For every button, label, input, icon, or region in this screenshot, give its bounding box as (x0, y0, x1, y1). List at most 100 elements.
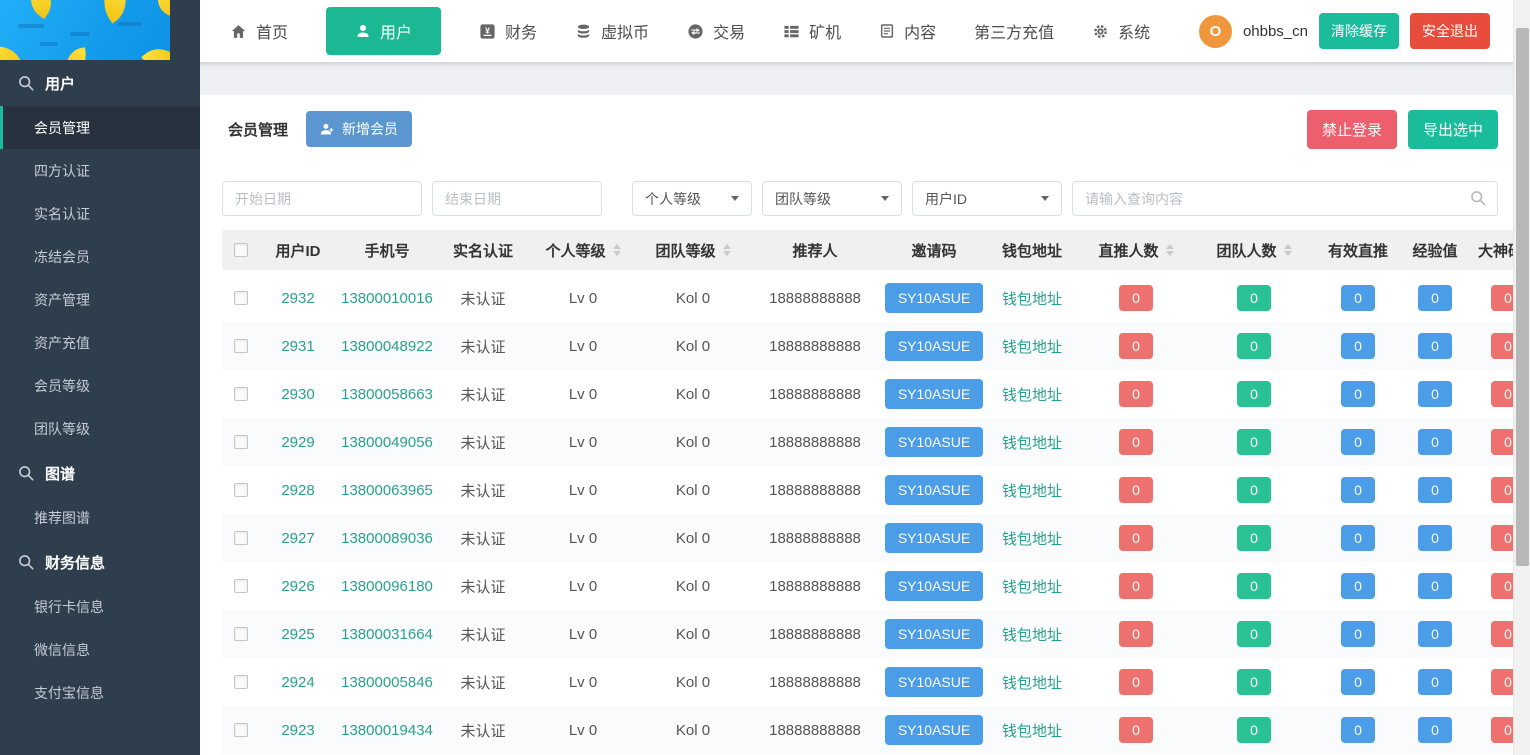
scrollbar[interactable] (1513, 0, 1530, 755)
experience-badge[interactable]: 0 (1418, 525, 1452, 551)
invite-code-button[interactable]: SY10ASUE (885, 571, 983, 601)
scrollbar-thumb[interactable] (1516, 28, 1529, 566)
direct_push-badge[interactable]: 0 (1119, 717, 1153, 743)
sidebar-item[interactable]: 推荐图谱 (0, 496, 200, 539)
valid_direct-badge[interactable]: 0 (1341, 717, 1375, 743)
start-date-input[interactable] (222, 181, 422, 216)
row-checkbox[interactable] (234, 483, 248, 497)
valid_direct-badge[interactable]: 0 (1341, 429, 1375, 455)
valid_direct-badge[interactable]: 0 (1341, 573, 1375, 599)
phone-link[interactable]: 13800058663 (341, 386, 433, 403)
valid_direct-badge[interactable]: 0 (1341, 477, 1375, 503)
team_count-badge[interactable]: 0 (1237, 381, 1271, 407)
direct_push-badge[interactable]: 0 (1119, 573, 1153, 599)
search-icon[interactable] (1469, 189, 1487, 207)
experience-badge[interactable]: 0 (1418, 285, 1452, 311)
phone-link[interactable]: 13800049056 (341, 434, 433, 451)
export-selected-button[interactable]: 导出选中 (1408, 110, 1498, 149)
experience-badge[interactable]: 0 (1418, 381, 1452, 407)
sidebar-item[interactable]: 微信信息 (0, 628, 200, 671)
nav-item-finance[interactable]: ¥财务 (479, 19, 537, 43)
nav-item-trade[interactable]: 交易 (687, 19, 745, 43)
sidebar-item[interactable]: 会员等级 (0, 364, 200, 407)
row-checkbox[interactable] (234, 387, 248, 401)
experience-badge[interactable]: 0 (1418, 429, 1452, 455)
valid_direct-badge[interactable]: 0 (1341, 621, 1375, 647)
sidebar-item[interactable]: 四方认证 (0, 149, 200, 192)
user_id-link[interactable]: 2926 (281, 578, 314, 595)
sidebar-item[interactable]: 实名认证 (0, 192, 200, 235)
sidebar-section-title[interactable]: 图谱 (0, 450, 200, 496)
valid_direct-badge[interactable]: 0 (1341, 669, 1375, 695)
nav-item-content[interactable]: 内容 (879, 19, 936, 43)
experience-badge[interactable]: 0 (1418, 573, 1452, 599)
wallet-link[interactable]: 钱包地址 (1002, 528, 1062, 549)
wallet-link[interactable]: 钱包地址 (1002, 336, 1062, 357)
user_id-link[interactable]: 2924 (281, 674, 314, 691)
app-logo[interactable] (0, 0, 170, 60)
team_count-badge[interactable]: 0 (1237, 333, 1271, 359)
personal-level-select[interactable]: 个人等级 (632, 181, 752, 216)
user_id-link[interactable]: 2923 (281, 722, 314, 739)
ban-login-button[interactable]: 禁止登录 (1307, 110, 1397, 149)
logout-button[interactable]: 安全退出 (1410, 13, 1490, 49)
user_id-link[interactable]: 2927 (281, 530, 314, 547)
invite-code-button[interactable]: SY10ASUE (885, 619, 983, 649)
nav-item-thirdparty[interactable]: 第三方充值 (974, 19, 1054, 43)
experience-badge[interactable]: 0 (1418, 669, 1452, 695)
invite-code-button[interactable]: SY10ASUE (885, 475, 983, 505)
direct_push-badge[interactable]: 0 (1119, 669, 1153, 695)
nav-item-system[interactable]: 系统 (1092, 19, 1150, 43)
sidebar-item[interactable]: 资产管理 (0, 278, 200, 321)
phone-link[interactable]: 13800019434 (341, 722, 433, 739)
valid_direct-badge[interactable]: 0 (1341, 525, 1375, 551)
direct_push-badge[interactable]: 0 (1119, 429, 1153, 455)
direct_push-badge[interactable]: 0 (1119, 381, 1153, 407)
row-checkbox[interactable] (234, 579, 248, 593)
avatar[interactable]: O (1199, 15, 1232, 48)
direct_push-badge[interactable]: 0 (1119, 621, 1153, 647)
column-header-team_level[interactable]: 团队等级 (638, 240, 748, 261)
experience-badge[interactable]: 0 (1418, 477, 1452, 503)
team_count-badge[interactable]: 0 (1237, 429, 1271, 455)
invite-code-button[interactable]: SY10ASUE (885, 427, 983, 457)
team_count-badge[interactable]: 0 (1237, 621, 1271, 647)
row-checkbox[interactable] (234, 339, 248, 353)
user-id-select[interactable]: 用户ID (912, 181, 1062, 216)
sidebar-item[interactable]: 团队等级 (0, 407, 200, 450)
direct_push-badge[interactable]: 0 (1119, 333, 1153, 359)
team-level-select[interactable]: 团队等级 (762, 181, 902, 216)
row-checkbox[interactable] (234, 627, 248, 641)
wallet-link[interactable]: 钱包地址 (1002, 672, 1062, 693)
wallet-link[interactable]: 钱包地址 (1002, 576, 1062, 597)
column-header-direct_push[interactable]: 直推人数 (1078, 240, 1194, 261)
team_count-badge[interactable]: 0 (1237, 477, 1271, 503)
wallet-link[interactable]: 钱包地址 (1002, 720, 1062, 741)
column-header-personal_level[interactable]: 个人等级 (528, 240, 638, 261)
invite-code-button[interactable]: SY10ASUE (885, 523, 983, 553)
row-checkbox[interactable] (234, 531, 248, 545)
user_id-link[interactable]: 2929 (281, 434, 314, 451)
valid_direct-badge[interactable]: 0 (1341, 381, 1375, 407)
team_count-badge[interactable]: 0 (1237, 669, 1271, 695)
wallet-link[interactable]: 钱包地址 (1002, 480, 1062, 501)
sidebar-item[interactable]: 银行卡信息 (0, 585, 200, 628)
team_count-badge[interactable]: 0 (1237, 525, 1271, 551)
phone-link[interactable]: 13800096180 (341, 578, 433, 595)
clear-cache-button[interactable]: 清除缓存 (1319, 13, 1399, 49)
invite-code-button[interactable]: SY10ASUE (885, 379, 983, 409)
invite-code-button[interactable]: SY10ASUE (885, 667, 983, 697)
end-date-input[interactable] (432, 181, 602, 216)
add-member-button[interactable]: 新增会员 (306, 111, 412, 147)
wallet-link[interactable]: 钱包地址 (1002, 384, 1062, 405)
user_id-link[interactable]: 2925 (281, 626, 314, 643)
sort-arrows-icon[interactable] (723, 244, 731, 256)
user_id-link[interactable]: 2932 (281, 290, 314, 307)
sidebar-section-title[interactable]: 用户 (0, 60, 200, 106)
row-checkbox[interactable] (234, 291, 248, 305)
valid_direct-badge[interactable]: 0 (1341, 333, 1375, 359)
experience-badge[interactable]: 0 (1418, 333, 1452, 359)
select-all-checkbox[interactable] (234, 243, 248, 257)
phone-link[interactable]: 13800048922 (341, 338, 433, 355)
team_count-badge[interactable]: 0 (1237, 717, 1271, 743)
